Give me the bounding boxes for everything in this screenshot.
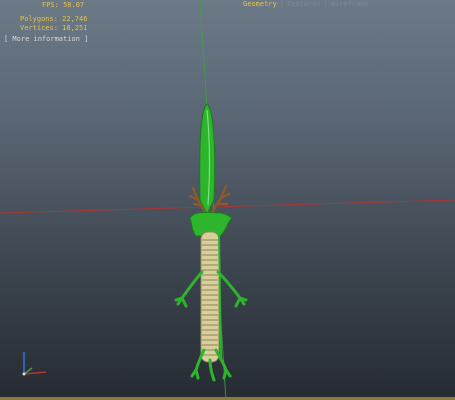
tab-separator: | (279, 0, 284, 8)
dragon-head (199, 103, 216, 216)
3d-viewport[interactable]: FPS: 58.07 Polygons: 22,746 Vertices: 18… (0, 0, 455, 400)
dragon-tail (208, 358, 216, 382)
dragon-model[interactable] (174, 103, 248, 382)
vertex-count: Vertices: 18,251 (20, 24, 88, 32)
tab-wireframe[interactable]: Wireframe (331, 0, 369, 9)
render-mode-tabs: Geometry | Textures | Wireframe (243, 0, 369, 9)
fps-counter: FPS: 58.07 (42, 1, 85, 9)
ground-axis-x (0, 199, 455, 214)
more-information-link[interactable]: [ More information ] (4, 35, 88, 44)
tab-geometry[interactable]: Geometry (243, 0, 277, 9)
scene-canvas[interactable] (0, 0, 455, 400)
dragon-body (200, 231, 220, 363)
tab-textures[interactable]: Textures (287, 0, 321, 9)
dragon-front-leg-left (174, 270, 204, 308)
dragon-front-leg-right (216, 270, 248, 308)
tab-separator: | (323, 0, 328, 8)
dragon-hind-leg-left (190, 348, 206, 380)
polygon-count: Polygons: 22,746 (20, 15, 88, 23)
orientation-gizmo (22, 352, 47, 376)
